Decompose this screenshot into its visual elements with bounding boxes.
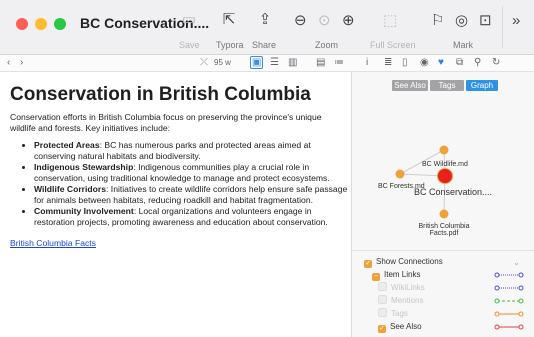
item-links-line-sample <box>494 272 524 278</box>
width-icon[interactable]: ⤫ <box>200 56 208 70</box>
gallery-icon[interactable]: ⧉ <box>456 56 463 70</box>
show-connections-toggle[interactable]: ✓ Show Connections <box>364 256 443 268</box>
see-also-line-sample <box>494 324 524 330</box>
checkbox-icon <box>378 308 387 317</box>
maximize-window-button[interactable] <box>54 18 66 30</box>
forward-icon[interactable]: › <box>20 56 23 70</box>
item-links-label: Item Links <box>384 270 421 279</box>
zoom-label: Zoom <box>315 40 339 50</box>
refresh-icon[interactable]: ↻ <box>492 56 500 70</box>
close-window-button[interactable] <box>16 18 28 30</box>
document-view: Conservation in British Columbia Conserv… <box>0 72 352 337</box>
actual-size-icon[interactable]: ⊙ <box>318 11 331 31</box>
minimize-window-button[interactable] <box>35 18 47 30</box>
zoom-value[interactable]: 95 w <box>214 56 231 70</box>
mentions-label: Mentions <box>391 296 424 305</box>
save-label: Save <box>179 40 200 50</box>
graph-node-bc-wildlife[interactable] <box>439 145 449 155</box>
list-item-term: Protected Areas <box>34 140 100 150</box>
typora-button[interactable]: ⇱ <box>217 10 241 30</box>
edit-mode-icon[interactable]: ≔ <box>334 56 344 70</box>
target-icon[interactable]: ◎ <box>455 11 468 31</box>
save-icon: ▭ <box>181 11 197 28</box>
graph-node-bc-forests[interactable] <box>395 169 405 179</box>
list-item: Indigenous Stewardship: Indigenous commu… <box>34 162 352 183</box>
full-screen-icon[interactable]: ⬚ <box>383 11 397 31</box>
graph-node-bc-facts[interactable] <box>439 209 449 219</box>
wikilinks-label: WikiLinks <box>391 283 425 292</box>
typora-label: Typora <box>216 40 244 50</box>
see-also-label: See Also <box>390 322 422 331</box>
see-also-toggle[interactable]: ✓ See Also <box>378 321 422 333</box>
list-item-term: Community Involvement <box>34 206 134 216</box>
connection-graph[interactable]: BC Wildlife.md BC Forests.md BC Conserva… <box>352 100 534 270</box>
graph-node-label-current: BC Conservation.... <box>414 187 493 197</box>
partial-check-icon: − <box>372 273 380 281</box>
layout-single-icon[interactable]: ▣ <box>250 56 264 69</box>
list-item-term: Wildlife Corridors <box>34 184 107 194</box>
full-screen-label: Full Screen <box>370 40 416 50</box>
panel-divider <box>352 250 534 251</box>
toolbar: BC Conservation.... ▭ Save ⇱ Typora ⇪ Sh… <box>0 0 534 55</box>
flag-icon[interactable]: ⚐ <box>431 11 444 31</box>
list-item: Community Involvement: Local organizatio… <box>34 206 352 227</box>
share-label: Share <box>252 40 277 50</box>
tags-toggle[interactable]: Tags <box>378 308 408 320</box>
checkmark-icon: ✓ <box>378 325 386 333</box>
lock-icon[interactable]: ⊡ <box>479 11 492 31</box>
info-icon[interactable]: i <box>366 56 368 70</box>
graph-node-label: BC Wildlife.md <box>422 161 468 168</box>
graph-node-label: British Columbia Facts.pdf <box>418 223 470 237</box>
intro-paragraph: Conservation efforts in British Columbia… <box>10 112 322 133</box>
share-icon: ⇪ <box>258 11 272 28</box>
outline-icon[interactable]: ≣ <box>384 56 392 70</box>
page-title: Conservation in British Columbia <box>10 84 311 105</box>
connections-panel: See Also Tags Graph BC Wildlife.md BC Fo… <box>352 72 534 337</box>
checkbox-icon <box>378 282 387 291</box>
app-window: BC Conservation.... ▭ Save ⇱ Typora ⇪ Sh… <box>0 0 534 337</box>
view-toggle-icon[interactable]: ▤ <box>316 56 325 70</box>
share-button[interactable]: ⇪ <box>252 10 278 30</box>
mark-label: Mark <box>453 40 473 50</box>
show-connections-label: Show Connections <box>376 257 443 266</box>
tags-label: Tags <box>391 309 408 318</box>
layout-text-icon[interactable]: ☰ <box>270 56 279 70</box>
wikilinks-line-sample <box>494 285 524 291</box>
initiatives-list: Protected Areas: BC has numerous parks a… <box>20 140 352 228</box>
layout-columns-icon[interactable]: ▥ <box>288 56 297 70</box>
item-links-toggle[interactable]: − Item Links <box>372 269 420 281</box>
save-button[interactable]: ▭ <box>176 10 202 30</box>
more-tools-icon[interactable]: » <box>512 11 520 31</box>
checkbox-icon <box>378 295 387 304</box>
back-icon[interactable]: ‹ <box>7 56 10 70</box>
checkmark-icon: ✓ <box>364 260 372 268</box>
connections-icon[interactable]: ◉ <box>420 56 429 70</box>
tags-line-sample <box>494 311 524 317</box>
list-item: Wildlife Corridors: Initiatives to creat… <box>34 184 352 205</box>
zoom-in-icon[interactable]: ⊕ <box>342 11 355 31</box>
mentions-toggle[interactable]: Mentions <box>378 295 423 307</box>
wikilinks-toggle[interactable]: WikiLinks <box>378 282 425 294</box>
british-columbia-facts-link[interactable]: British Columbia Facts <box>10 238 96 248</box>
sub-toolbar: ‹ › ⤫ 95 w ▣ ☰ ▥ ▤ ≔ i ≣ ▯ ◉ ♥ ⧉ ⚲ ↻ <box>0 55 534 72</box>
search-icon[interactable]: ⚲ <box>474 56 481 70</box>
chevron-down-icon[interactable]: ⌄ <box>513 258 520 267</box>
graph-node-current[interactable] <box>437 168 453 184</box>
tab-graph[interactable]: Graph <box>466 80 498 91</box>
list-item-term: Indigenous Stewardship <box>34 162 134 172</box>
zoom-out-icon[interactable]: ⊖ <box>294 11 307 31</box>
document-icon[interactable]: ▯ <box>402 56 408 70</box>
list-item: Protected Areas: BC has numerous parks a… <box>34 140 352 161</box>
pin-icon[interactable]: ♥ <box>438 56 444 70</box>
open-external-icon: ⇱ <box>222 11 236 28</box>
tab-see-also[interactable]: See Also <box>392 80 428 91</box>
mentions-line-sample <box>494 298 524 304</box>
toolbar-divider <box>502 6 503 48</box>
tab-tags[interactable]: Tags <box>430 80 464 91</box>
